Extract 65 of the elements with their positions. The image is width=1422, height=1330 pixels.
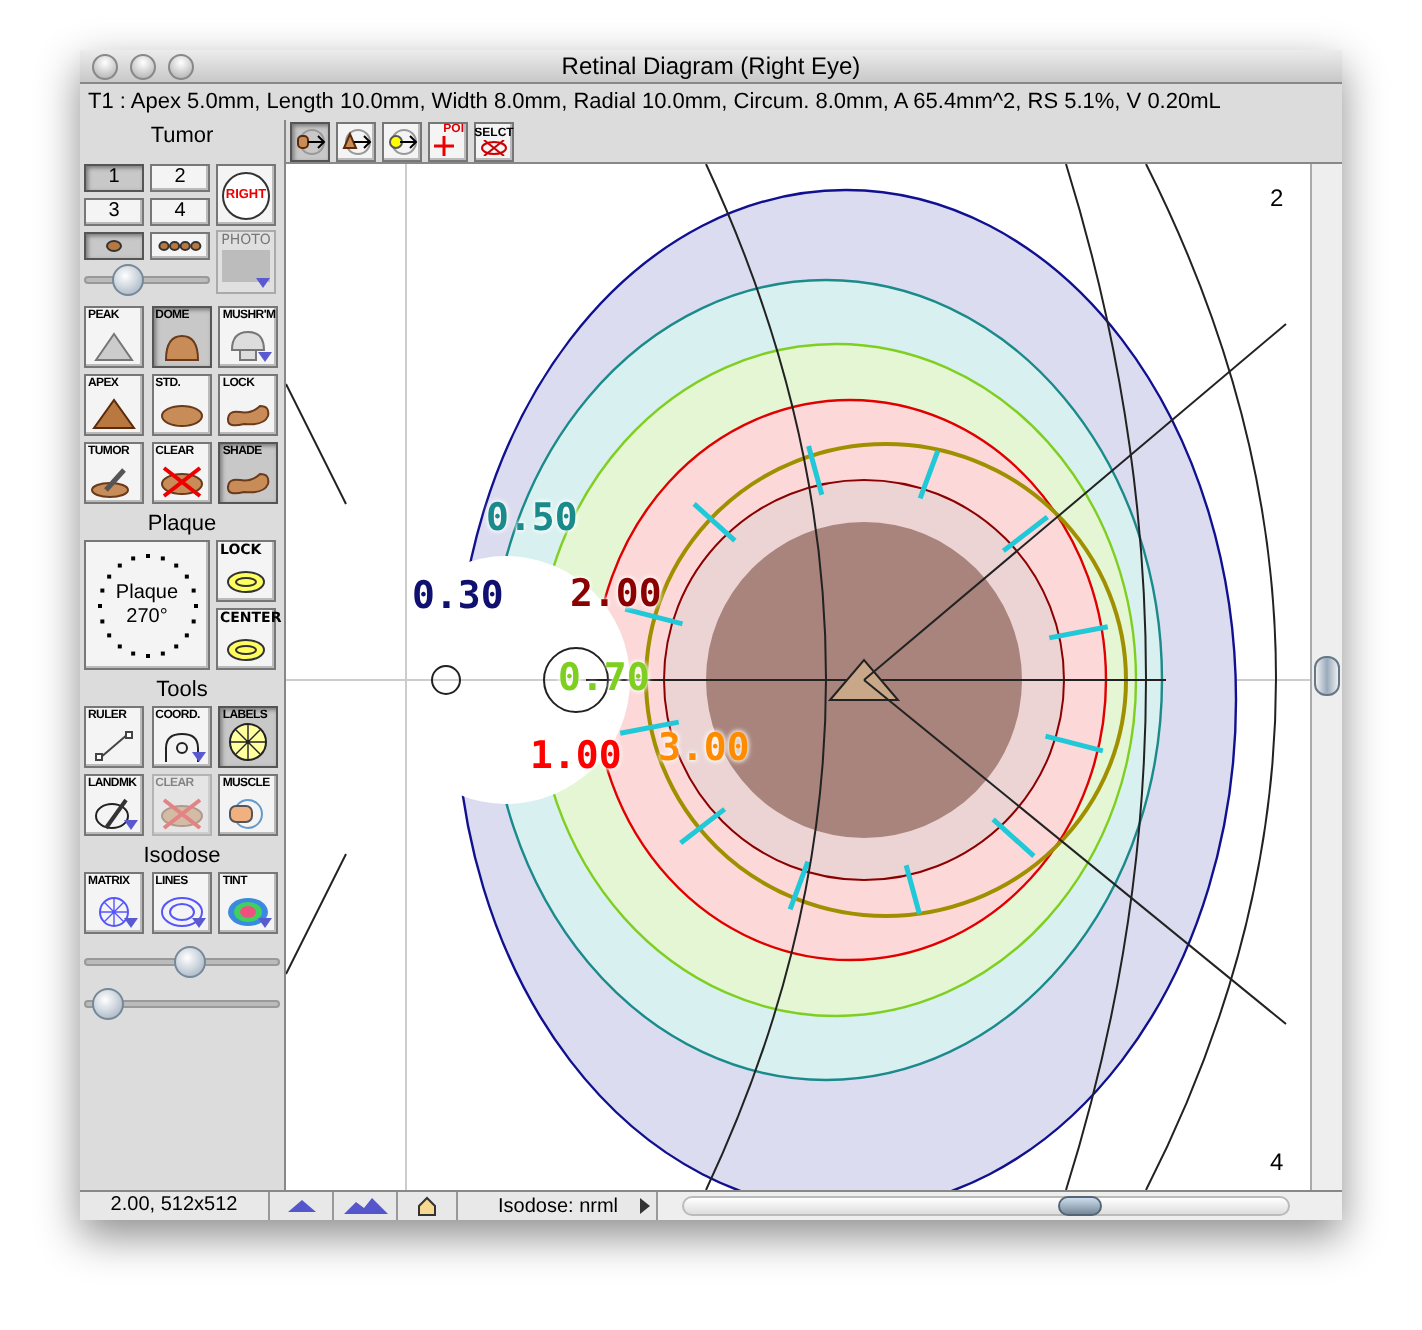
- plaque-icon: [226, 636, 266, 662]
- zoom-readout: 2.00, 512x512: [80, 1192, 270, 1220]
- isodose-label: 1.00: [530, 738, 622, 776]
- slider[interactable]: [84, 988, 280, 1020]
- dial-label: Plaque: [115, 581, 179, 605]
- slider-thumb[interactable]: [112, 264, 145, 296]
- quadrant-label: 4: [1270, 1146, 1284, 1180]
- vertical-scrollbar[interactable]: [1310, 164, 1342, 1190]
- tumor-number-button[interactable]: 1: [84, 164, 144, 192]
- dial-ticks-drawing: [92, 548, 202, 662]
- marker-button[interactable]: [84, 232, 144, 260]
- window-control-button[interactable]: [130, 54, 156, 80]
- dropdown-triangle-icon: [191, 752, 206, 762]
- toolbar-button[interactable]: [382, 121, 422, 161]
- section-heading: Plaque: [145, 510, 219, 540]
- retina-grid-icon: [224, 722, 273, 762]
- mountain-icon: [287, 1200, 315, 1212]
- dropdown-triangle-icon: [258, 352, 273, 362]
- section-heading: Isodose: [141, 842, 223, 872]
- section-heading: Tumor: [148, 122, 216, 152]
- slider[interactable]: [84, 264, 210, 296]
- dropdown-triangle-icon: [124, 918, 138, 928]
- horizontal-scrollbar[interactable]: [658, 1192, 1342, 1220]
- cross-out-icon: [157, 466, 206, 498]
- ruler-icon: [90, 730, 138, 762]
- mountains-icon: [343, 1198, 387, 1214]
- meridian-line: [286, 383, 347, 505]
- slider[interactable]: [84, 946, 280, 978]
- tumor-number-button[interactable]: 4: [150, 198, 210, 226]
- window-title: Retinal Diagram (Right Eye): [561, 50, 861, 84]
- reference-circle: [431, 665, 461, 695]
- slider-thumb[interactable]: [92, 988, 125, 1020]
- concentric-ovals-icon: [157, 896, 206, 928]
- scroll-thumb[interactable]: [1058, 1196, 1102, 1216]
- eye-cross-icon: [480, 139, 508, 155]
- plaque-icon: [226, 568, 266, 594]
- quadrant-label: 2: [1270, 182, 1284, 216]
- apex-marker-icon: [827, 658, 901, 701]
- dropdown-triangle-icon: [258, 918, 273, 928]
- plaque-dial[interactable]: Plaque 270°: [84, 540, 210, 670]
- cross-out-icon: [157, 798, 206, 830]
- toolbar-button[interactable]: [290, 121, 330, 161]
- cone-icon: [90, 398, 138, 430]
- dropdown-triangle-icon: [256, 278, 270, 288]
- isodose-label: 0.30: [412, 578, 504, 616]
- dial-angle: 270°: [126, 605, 168, 629]
- window-control-button[interactable]: [92, 54, 118, 80]
- dots-icon: [158, 240, 202, 252]
- dropdown-triangle-icon: [191, 918, 206, 928]
- marker-button[interactable]: [150, 232, 210, 260]
- slider-thumb[interactable]: [174, 946, 207, 978]
- section-heading: Tools: [154, 676, 210, 706]
- tumor-number-button[interactable]: 2: [150, 164, 210, 192]
- heatmap-icon: [224, 896, 273, 928]
- toolbar-button[interactable]: [336, 121, 376, 161]
- meridian-line: [286, 853, 347, 975]
- dropdown-triangle-icon: [124, 820, 138, 830]
- dot-icon: [106, 240, 122, 252]
- photo-placeholder: [222, 250, 270, 282]
- window-control-button[interactable]: [168, 54, 194, 80]
- scroll-thumb[interactable]: [1314, 656, 1340, 696]
- crosshair-icon: [433, 136, 453, 156]
- cone-icon: [90, 330, 138, 362]
- home-icon: [418, 1196, 436, 1216]
- tumor-number-button[interactable]: 3: [84, 198, 144, 226]
